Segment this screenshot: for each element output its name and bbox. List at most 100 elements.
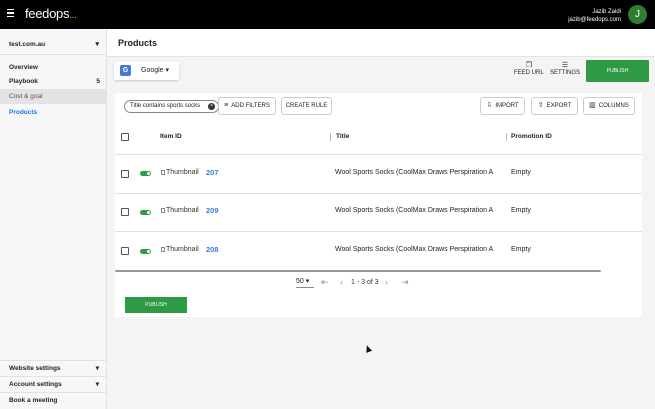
thumbnail-alt: Thumbnail bbox=[166, 169, 199, 176]
divider bbox=[115, 231, 642, 232]
column-separator[interactable] bbox=[506, 133, 507, 141]
row-promotion-id: Empty bbox=[511, 207, 531, 214]
export-button[interactable]: ⇧ EXPORT bbox=[531, 97, 578, 115]
sliders-icon: ☰ bbox=[561, 62, 569, 69]
sidebar-item-label: Cost & goal bbox=[9, 93, 43, 100]
filter-icon: ≡ bbox=[224, 102, 229, 109]
copy-icon: ❐ bbox=[525, 62, 532, 69]
column-header-title[interactable]: Title bbox=[336, 133, 349, 140]
item-id-link[interactable]: 209 bbox=[206, 206, 219, 215]
sidebar-item-label: Book a meeting bbox=[9, 397, 58, 404]
toolbar: G Google ▾ ❐ FEED URL ☰ SETTINGS PUBLISH bbox=[107, 57, 655, 86]
sidebar-item-label: Account settings bbox=[9, 381, 62, 388]
row-checkbox[interactable] bbox=[121, 247, 129, 255]
google-icon: G bbox=[120, 65, 131, 76]
divider bbox=[115, 154, 642, 155]
prev-page-icon[interactable]: ‹ bbox=[340, 277, 343, 287]
sidebar-item-label: Playbook bbox=[9, 78, 38, 85]
export-label: EXPORT bbox=[546, 103, 572, 109]
sidebar-item-overview[interactable]: Overview bbox=[0, 60, 107, 75]
import-button[interactable]: ⇩ IMPORT bbox=[480, 97, 525, 115]
chevron-down-icon: ▾ bbox=[95, 41, 99, 48]
thumbnail: Thumbnail bbox=[161, 246, 199, 253]
avatar[interactable]: J bbox=[628, 5, 647, 24]
broken-image-icon bbox=[161, 170, 165, 175]
first-page-icon[interactable]: ⇤ bbox=[321, 277, 329, 288]
rows-per-page-select[interactable]: 50 ▾ bbox=[296, 276, 314, 288]
last-page-icon[interactable]: ⇥ bbox=[401, 277, 409, 288]
import-icon: ⇩ bbox=[486, 102, 493, 109]
thumbnail-alt: Thumbnail bbox=[166, 246, 199, 253]
column-header-item-id[interactable]: Item ID bbox=[160, 133, 182, 140]
broken-image-icon bbox=[161, 247, 165, 252]
sidebar-item-label: Website settings bbox=[9, 365, 61, 372]
create-rule-button[interactable]: CREATE RULE bbox=[281, 97, 332, 115]
feed-url-button[interactable]: ❐ FEED URL bbox=[514, 62, 544, 76]
row-checkbox[interactable] bbox=[121, 208, 129, 216]
sidebar-book-meeting[interactable]: Book a meeting bbox=[0, 392, 107, 408]
thumbnail-alt: Thumbnail bbox=[166, 207, 199, 214]
row-title: Wool Sports Socks (CoolMax Draws Perspir… bbox=[335, 169, 494, 176]
thumbnail: Thumbnail bbox=[161, 169, 199, 176]
menu-icon[interactable] bbox=[7, 9, 14, 18]
import-label: IMPORT bbox=[495, 103, 519, 109]
item-id-link[interactable]: 208 bbox=[206, 245, 219, 254]
chevron-down-icon: ▾ bbox=[95, 381, 99, 388]
channel-select[interactable]: G Google ▾ bbox=[114, 62, 179, 80]
chevron-down-icon: ▾ bbox=[95, 365, 99, 372]
item-id-link[interactable]: 207 bbox=[206, 168, 219, 177]
channel-label: Google bbox=[141, 67, 164, 74]
broken-image-icon bbox=[161, 208, 165, 213]
row-toggle[interactable] bbox=[140, 249, 151, 254]
sidebar-website-settings[interactable]: Website settings ▾ bbox=[0, 360, 107, 376]
filter-chip-label: Title contains sports socks bbox=[130, 103, 201, 109]
row-title: Wool Sports Socks (CoolMax Draws Perspir… bbox=[335, 246, 494, 253]
feed-url-label: FEED URL bbox=[514, 70, 544, 76]
sidebar-item-label: Overview bbox=[9, 64, 38, 71]
page-header: Products bbox=[107, 29, 655, 57]
thumbnail: Thumbnail bbox=[161, 207, 199, 214]
site-selector[interactable]: test.com.au ▾ bbox=[0, 35, 107, 55]
sidebar-item-label: Products bbox=[9, 109, 38, 116]
row-title: Wool Sports Socks (CoolMax Draws Perspir… bbox=[335, 207, 494, 214]
publish-bottom-button[interactable]: PUBLISH bbox=[125, 297, 187, 313]
filter-chip[interactable]: Title contains sports socks × bbox=[124, 100, 220, 113]
user-name: Jazib Zaidi bbox=[592, 9, 621, 15]
column-header-promotion-id[interactable]: Promotion ID bbox=[511, 133, 552, 140]
row-toggle[interactable] bbox=[140, 210, 151, 215]
sidebar-item-playbook[interactable]: Playbook 5 bbox=[0, 74, 107, 89]
sidebar-item-cost-goal[interactable]: Cost & goal bbox=[0, 89, 107, 104]
publish-button[interactable]: PUBLISH bbox=[586, 60, 649, 82]
settings-label: SETTINGS bbox=[550, 70, 581, 76]
playbook-count: 5 bbox=[96, 78, 100, 85]
user-info: Jazib Zaidi jazib@feedops.com bbox=[568, 8, 621, 24]
user-email: jazib@feedops.com bbox=[568, 17, 621, 23]
columns-button[interactable]: ▥ COLUMNS bbox=[583, 97, 635, 115]
row-promotion-id: Empty bbox=[511, 169, 531, 176]
sidebar-account-settings[interactable]: Account settings ▾ bbox=[0, 376, 107, 392]
logo[interactable]: feedops... bbox=[25, 6, 77, 21]
sidebar-item-products[interactable]: Products bbox=[0, 105, 107, 120]
add-filters-button[interactable]: ≡ ADD FILTERS bbox=[218, 97, 276, 115]
row-checkbox[interactable] bbox=[121, 170, 129, 178]
add-filters-label: ADD FILTERS bbox=[231, 103, 270, 109]
divider bbox=[115, 193, 642, 194]
column-separator[interactable] bbox=[330, 133, 331, 141]
top-bar: feedops... Jazib Zaidi jazib@feedops.com… bbox=[0, 0, 655, 29]
close-icon[interactable]: × bbox=[208, 103, 216, 110]
mouse-cursor bbox=[363, 344, 373, 353]
rows-per-page-value: 50 bbox=[296, 278, 304, 285]
settings-button[interactable]: ☰ SETTINGS bbox=[550, 62, 580, 76]
columns-label: COLUMNS bbox=[598, 103, 629, 109]
sidebar: test.com.au ▾ Overview Playbook 5 Cost & … bbox=[0, 29, 107, 409]
row-toggle[interactable] bbox=[140, 171, 151, 176]
select-all-checkbox[interactable] bbox=[121, 133, 129, 141]
export-icon: ⇧ bbox=[537, 102, 544, 109]
products-card: Title contains sports socks × ≡ ADD FILTE… bbox=[115, 93, 642, 317]
next-page-icon[interactable]: › bbox=[385, 277, 388, 287]
site-name: test.com.au bbox=[9, 41, 46, 48]
page-title: Products bbox=[118, 38, 158, 48]
horizontal-scrollbar[interactable] bbox=[115, 270, 601, 272]
columns-icon: ▥ bbox=[589, 102, 596, 109]
page-range: 1 - 3 of 3 bbox=[351, 279, 379, 286]
